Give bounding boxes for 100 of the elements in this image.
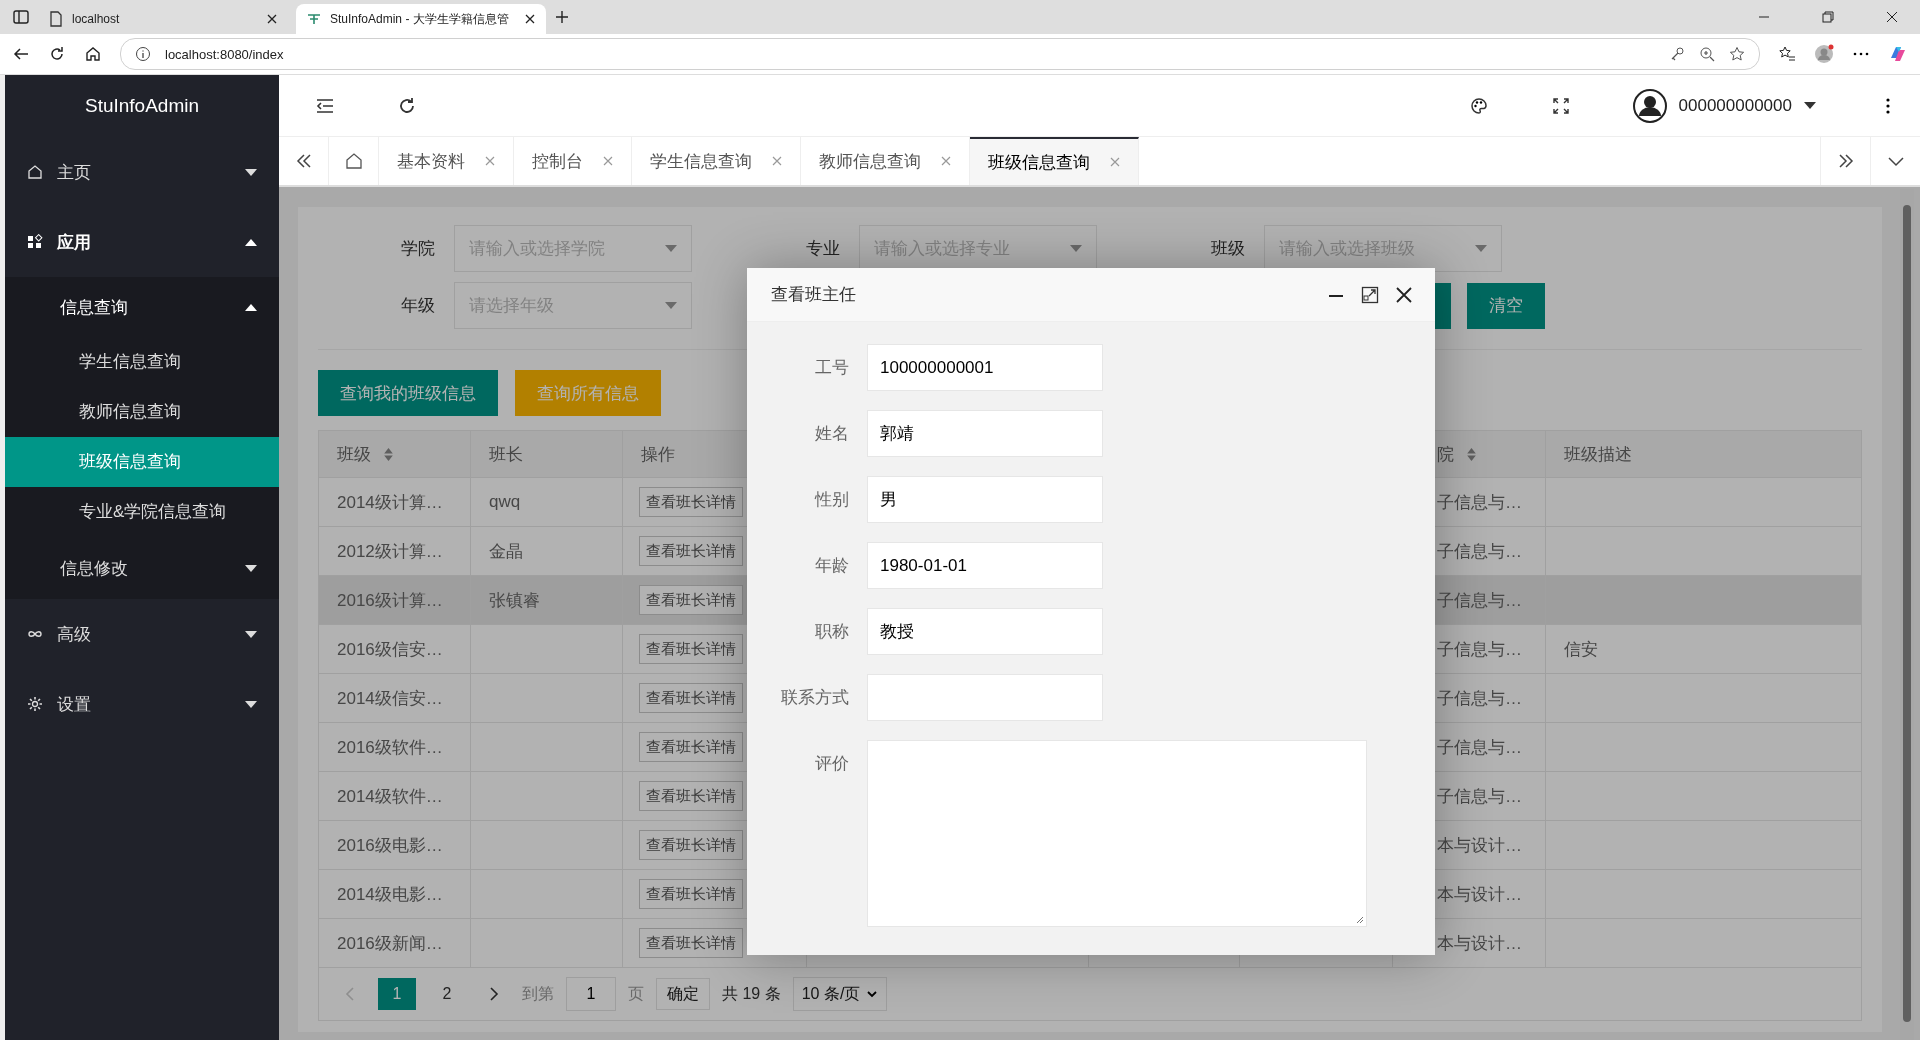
table-cell-text: 子信息与…: [1437, 491, 1522, 514]
input-field[interactable]: 100000000001: [867, 344, 1103, 391]
column-header[interactable]: 班级描述: [1546, 431, 1861, 477]
chevron-down-icon: [866, 988, 879, 1000]
fullscreen-icon[interactable]: [1550, 95, 1571, 116]
caret-icon: [1070, 245, 1082, 252]
input-field[interactable]: 郭靖: [867, 410, 1103, 457]
reload-icon[interactable]: [48, 45, 66, 63]
key-icon[interactable]: [1669, 46, 1685, 62]
close-icon[interactable]: [1886, 11, 1898, 23]
table-cell: qwq: [489, 492, 521, 512]
page-tab[interactable]: 控制台: [514, 137, 632, 185]
detail-button[interactable]: 查看班长详情: [639, 487, 743, 517]
home-icon: [27, 164, 43, 180]
star-icon[interactable]: [1729, 46, 1745, 62]
resize-handle-icon[interactable]: [1356, 916, 1364, 924]
app-logo: StuInfoAdmin: [83, 94, 201, 118]
home-icon[interactable]: [84, 45, 102, 63]
page-tab[interactable]: 学生信息查询: [632, 137, 801, 185]
page-tab[interactable]: 班级信息查询: [970, 137, 1139, 185]
table-cell-text: 子信息与…: [1437, 687, 1522, 710]
browser-tab[interactable]: localhost: [38, 4, 288, 34]
palette-icon[interactable]: [1468, 95, 1489, 116]
reset-button[interactable]: 清空: [1467, 282, 1545, 329]
detail-button[interactable]: 查看班长详情: [639, 928, 743, 958]
home-icon: [344, 152, 363, 170]
table-cell-text: 本与设计…: [1437, 883, 1522, 906]
site-icon: [306, 11, 322, 27]
new-tab-icon[interactable]: [554, 9, 570, 25]
settings-icon: [27, 696, 43, 712]
sidebar-item[interactable]: 信息查询: [5, 277, 279, 337]
input-field[interactable]: 男: [867, 476, 1103, 523]
zoom-icon[interactable]: [1699, 46, 1715, 62]
field-label: 联系方式: [780, 687, 850, 709]
column-header[interactable]: 班级: [319, 431, 471, 477]
dialog-title: 查看班主任: [771, 284, 856, 306]
sidebar-item[interactable]: 信息修改: [5, 537, 279, 599]
table-cell-text: 2012级计算…: [337, 540, 443, 563]
field-label: 年龄: [814, 555, 850, 577]
sort-icon[interactable]: [383, 446, 394, 462]
page-label: 页: [628, 983, 644, 1004]
page-icon: [48, 11, 64, 27]
page-tab[interactable]: 基本资料: [379, 137, 514, 185]
sidebar-item[interactable]: 专业&学院信息查询: [5, 487, 279, 537]
user-name[interactable]: 000000000000: [1678, 95, 1792, 116]
page-button[interactable]: 2: [428, 978, 466, 1010]
input-field[interactable]: 1980-01-01: [867, 542, 1103, 589]
close-icon[interactable]: [266, 13, 278, 25]
avatar-icon[interactable]: [1632, 88, 1667, 123]
maximize-icon[interactable]: [1361, 285, 1379, 304]
sidebar-item[interactable]: 班级信息查询: [5, 437, 279, 487]
confirm-button[interactable]: 确定: [656, 978, 710, 1010]
field-label: 班级: [1210, 238, 1246, 260]
detail-button[interactable]: 查看班长详情: [639, 585, 743, 615]
field-label: 职称: [814, 621, 850, 643]
goto-label: 到第: [522, 983, 554, 1004]
page-input[interactable]: 1: [566, 977, 616, 1011]
caret-icon[interactable]: [1804, 102, 1816, 109]
detail-button[interactable]: 查看班长详情: [639, 732, 743, 762]
field-label: 评价: [814, 753, 850, 775]
refresh-icon[interactable]: [397, 95, 417, 116]
detail-button[interactable]: 查看班长详情: [639, 536, 743, 566]
sidebar-item[interactable]: 教师信息查询: [5, 387, 279, 437]
table-cell-text: 子信息与…: [1437, 540, 1522, 563]
detail-button[interactable]: 查看班长详情: [639, 781, 743, 811]
profile-icon[interactable]: [1814, 44, 1834, 64]
input-field[interactable]: [867, 674, 1103, 721]
detail-button[interactable]: 查看班长详情: [639, 634, 743, 664]
close-icon[interactable]: [524, 13, 536, 25]
address-field[interactable]: localhost:8080/index: [120, 38, 1760, 70]
table-cell-text: 2016级软件…: [337, 736, 443, 759]
sidebar-item[interactable]: 学生信息查询: [5, 337, 279, 387]
detail-button[interactable]: 查看班长详情: [639, 879, 743, 909]
favorites-icon[interactable]: [1778, 45, 1796, 63]
table-cell-text: 张镇睿: [489, 589, 540, 612]
detail-button[interactable]: 查看班长详情: [639, 683, 743, 713]
input-field[interactable]: 教授: [867, 608, 1103, 655]
field-label: 专业: [805, 238, 841, 260]
tab-actions-icon[interactable]: [12, 8, 30, 26]
close-icon[interactable]: [1395, 285, 1413, 304]
table-cell-text: 本与设计…: [1437, 932, 1522, 955]
double-chevron-left-icon: [294, 152, 313, 170]
table-cell-text: 本与设计…: [1437, 834, 1522, 857]
table-cell-text: 2016级计算…: [337, 589, 443, 612]
sidebar-item[interactable]: 应用: [5, 207, 279, 277]
copilot-icon[interactable]: [1888, 44, 1908, 64]
page-button[interactable]: 1: [378, 978, 416, 1010]
page-size-select[interactable]: 10 条/页: [792, 977, 888, 1011]
sort-icon[interactable]: [1466, 446, 1477, 462]
sidebar-item[interactable]: 主页: [5, 137, 279, 207]
caret-icon: [665, 302, 677, 309]
restore-icon[interactable]: [1822, 11, 1834, 23]
column-header[interactable]: 班长: [471, 431, 623, 477]
detail-button[interactable]: 查看班长详情: [639, 830, 743, 860]
sidebar-item[interactable]: 设置: [5, 669, 279, 739]
sidebar-item[interactable]: 高级: [5, 599, 279, 669]
browser-tab[interactable]: StuInfoAdmin - 大学生学籍信息管: [296, 4, 546, 34]
action-button[interactable]: 查询我的班级信息: [318, 370, 498, 416]
table-cell-text: 信安: [1564, 638, 1598, 661]
table-cell-text: 子信息与…: [1437, 638, 1522, 661]
